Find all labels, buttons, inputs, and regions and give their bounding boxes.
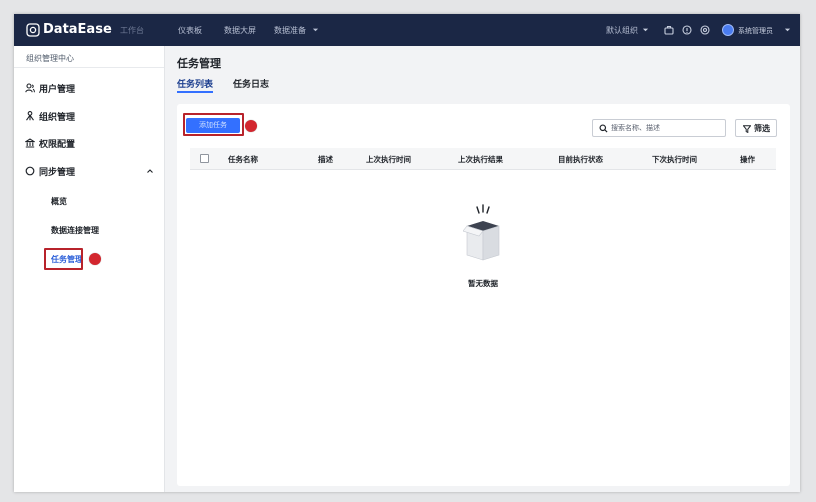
active-tab-indicator bbox=[177, 91, 213, 93]
settings-icon[interactable] bbox=[700, 25, 710, 35]
sidebar-subitem-data-connections[interactable]: 数据连接管理 bbox=[14, 221, 164, 239]
page-title: 任务管理 bbox=[177, 57, 221, 70]
annotation-marker-dot bbox=[245, 120, 257, 132]
main-content: 任务管理 任务列表 任务日志 添加任务 筛选 bbox=[165, 46, 800, 492]
user-icon bbox=[25, 83, 35, 93]
sidebar-item-label: 用户管理 bbox=[39, 85, 76, 95]
org-icon bbox=[26, 111, 34, 121]
sidebar-subitem-overview[interactable]: 概览 bbox=[14, 192, 164, 210]
top-header: DataEase 工作台 仪表板 数据大屏 数据准备 默认组织 系统管理员 bbox=[14, 14, 800, 46]
tab-task-list[interactable]: 任务列表 bbox=[177, 77, 213, 90]
sidebar-item-users[interactable]: 用户管理 bbox=[14, 79, 164, 97]
nav-workbench[interactable]: 工作台 bbox=[120, 25, 144, 36]
dataease-logo-icon bbox=[26, 23, 40, 37]
sidebar-subitem-label: 数据连接管理 bbox=[51, 226, 99, 235]
column-header-next-run-time[interactable]: 下次执行时间 bbox=[652, 154, 697, 165]
column-header-description[interactable]: 描述 bbox=[318, 154, 333, 165]
sidebar-item-organizations[interactable]: 组织管理 bbox=[14, 107, 164, 125]
filter-button[interactable]: 筛选 bbox=[735, 119, 777, 137]
sidebar-divider bbox=[14, 67, 164, 68]
table-header-row: 任务名称 描述 上次执行时间 上次执行结果 目前执行状态 下次执行时间 操作 bbox=[190, 148, 776, 170]
permission-icon bbox=[25, 138, 35, 148]
nav-data-screen[interactable]: 数据大屏 bbox=[224, 25, 256, 36]
sync-icon bbox=[25, 166, 35, 176]
app-window: DataEase 工作台 仪表板 数据大屏 数据准备 默认组织 系统管理员 组织… bbox=[14, 14, 800, 492]
empty-box-icon bbox=[463, 204, 500, 261]
chevron-down-icon bbox=[784, 28, 791, 32]
sidebar-subitem-label: 概览 bbox=[51, 197, 67, 206]
briefcase-icon[interactable] bbox=[664, 25, 674, 35]
search-icon bbox=[599, 124, 608, 133]
annotation-marker-dot bbox=[89, 253, 101, 265]
sidebar-item-label: 同步管理 bbox=[39, 168, 76, 178]
sidebar-item-label: 组织管理 bbox=[39, 113, 76, 123]
chevron-down-icon bbox=[642, 28, 649, 32]
empty-state-text: 暂无数据 bbox=[468, 279, 498, 288]
filter-button-label: 筛选 bbox=[754, 124, 770, 133]
avatar[interactable] bbox=[722, 24, 734, 36]
search-input[interactable] bbox=[611, 121, 721, 135]
brand-name[interactable]: DataEase bbox=[43, 22, 112, 37]
search-field[interactable] bbox=[592, 119, 726, 137]
tab-task-log[interactable]: 任务日志 bbox=[233, 77, 269, 90]
nav-dashboard[interactable]: 仪表板 bbox=[178, 25, 202, 36]
column-header-actions: 操作 bbox=[740, 155, 755, 164]
column-header-last-run-result[interactable]: 上次执行结果 bbox=[458, 154, 503, 165]
chevron-down-icon bbox=[312, 28, 319, 32]
column-header-last-run-time[interactable]: 上次执行时间 bbox=[366, 154, 411, 165]
help-icon[interactable] bbox=[682, 25, 692, 35]
column-header-task-name[interactable]: 任务名称 bbox=[228, 154, 258, 165]
task-list-card: 添加任务 筛选 任务名称 描述 上次执行时间 bbox=[177, 104, 790, 486]
select-all-checkbox[interactable] bbox=[200, 154, 209, 163]
chevron-up-icon[interactable] bbox=[146, 167, 154, 175]
sidebar-title: 组织管理中心 bbox=[26, 54, 74, 63]
nav-data-prep[interactable]: 数据准备 bbox=[274, 25, 306, 36]
column-header-current-status[interactable]: 目前执行状态 bbox=[558, 154, 603, 165]
sidebar-item-sync[interactable]: 同步管理 bbox=[14, 162, 164, 180]
annotation-highlight-box bbox=[183, 113, 244, 136]
org-switcher[interactable]: 默认组织 bbox=[606, 25, 638, 36]
filter-icon bbox=[743, 125, 751, 133]
sidebar-item-label: 权限配置 bbox=[39, 140, 76, 150]
sidebar: 组织管理中心 用户管理 组织管理 权限配置 同步管理 概览 数据连接管理 任务管… bbox=[14, 46, 165, 492]
sidebar-item-permissions[interactable]: 权限配置 bbox=[14, 134, 164, 152]
user-name[interactable]: 系统管理员 bbox=[738, 26, 773, 36]
annotation-highlight-box bbox=[44, 248, 83, 270]
